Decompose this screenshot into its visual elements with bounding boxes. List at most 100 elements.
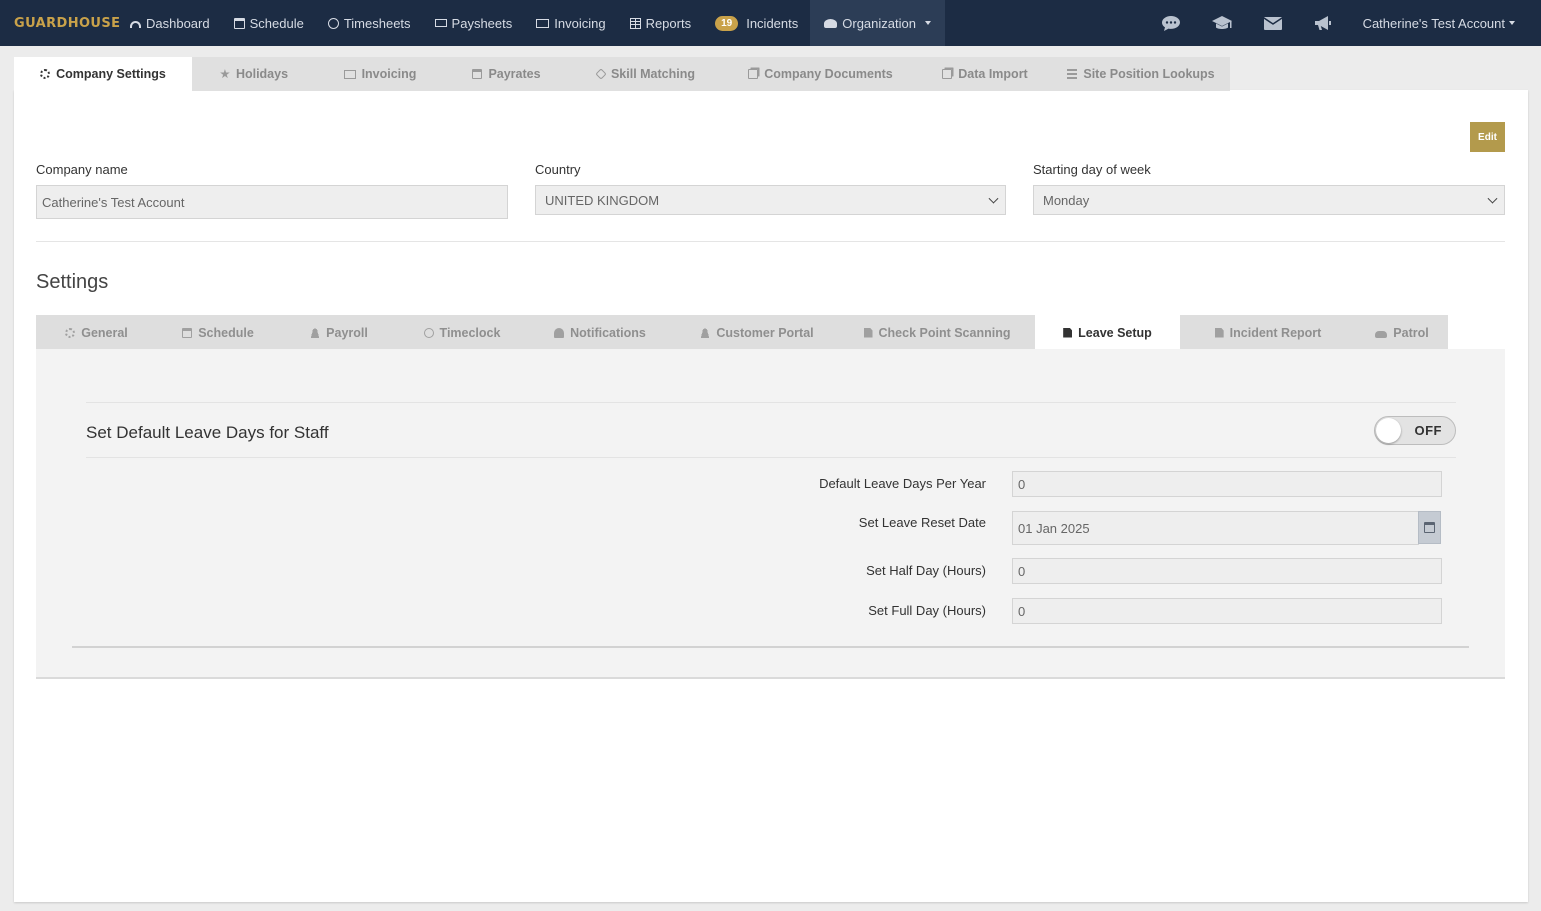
reset-date-input[interactable]: 01 Jan 2025 xyxy=(1012,511,1419,545)
card-icon xyxy=(536,18,550,28)
reset-date-label: Set Leave Reset Date xyxy=(858,515,986,530)
nav-dashboard[interactable]: Dashboard xyxy=(118,0,222,46)
nav-incidents[interactable]: 19 Incidents xyxy=(703,0,810,46)
file-icon xyxy=(863,327,873,338)
tab-data-import[interactable]: Data Import xyxy=(918,57,1052,91)
tab-label: Payrates xyxy=(488,67,541,81)
company-tabs: Company Settings Holidays Invoicing Payr… xyxy=(14,57,1230,91)
calendar-icon xyxy=(1424,522,1435,533)
half-day-input[interactable]: 0 xyxy=(1012,558,1442,584)
bullhorn-icon[interactable] xyxy=(1313,14,1333,32)
tab-payrates[interactable]: Payrates xyxy=(444,57,569,91)
calendar-icon xyxy=(233,17,245,29)
panel-divider xyxy=(72,646,1469,648)
tab-label: Company Settings xyxy=(56,67,166,81)
copy-icon xyxy=(942,69,953,79)
chevron-down-icon xyxy=(1487,193,1498,204)
tab-label: Company Documents xyxy=(764,67,893,81)
tab-label: Schedule xyxy=(198,325,254,340)
leave-section-title: Set Default Leave Days for Staff xyxy=(86,423,329,442)
tab-leave-setup[interactable]: Leave Setup xyxy=(1035,315,1180,350)
nav-invoicing-label: Invoicing xyxy=(554,15,606,31)
settings-heading: Settings xyxy=(36,271,109,293)
full-day-label: Set Full Day (Hours) xyxy=(868,603,986,618)
clock-icon xyxy=(423,327,434,338)
nav-paysheets-label: Paysheets xyxy=(451,15,513,31)
tab-notifications[interactable]: Notifications xyxy=(525,315,675,350)
tab-patrol[interactable]: Patrol xyxy=(1356,315,1448,350)
country-select[interactable]: UNITED KINGDOM xyxy=(535,185,1006,215)
full-day-value: 0 xyxy=(1018,603,1026,619)
toggle-state: OFF xyxy=(1414,423,1442,438)
leave-days-input[interactable]: 0 xyxy=(1012,471,1442,497)
half-day-label: Set Half Day (Hours) xyxy=(866,563,986,578)
company-name-label: Company name xyxy=(36,162,128,177)
nav-organization[interactable]: Organization xyxy=(810,0,945,46)
tab-holidays[interactable]: Holidays xyxy=(192,57,316,91)
envelope-icon[interactable] xyxy=(1263,14,1283,32)
graduation-cap-icon[interactable] xyxy=(1211,14,1233,32)
list-icon xyxy=(1067,69,1078,79)
tab-schedule[interactable]: Schedule xyxy=(157,315,279,350)
divider xyxy=(36,241,1505,242)
tab-site-position-lookups[interactable]: Site Position Lookups xyxy=(1052,57,1230,91)
leave-toggle[interactable]: OFF xyxy=(1374,416,1456,445)
tab-payroll[interactable]: Payroll xyxy=(279,315,399,350)
tab-incident-report[interactable]: Incident Report xyxy=(1180,315,1356,350)
file-icon xyxy=(1214,327,1224,338)
dashboard-icon xyxy=(130,21,141,28)
tab-label: Timeclock xyxy=(439,325,501,340)
tab-customer-portal[interactable]: Customer Portal xyxy=(675,315,839,350)
country-label: Country xyxy=(535,162,581,177)
tab-label: Invoicing xyxy=(361,67,417,81)
user-icon xyxy=(310,327,321,338)
file-icon xyxy=(1063,327,1073,338)
nav-schedule[interactable]: Schedule xyxy=(222,0,316,46)
nav-schedule-label: Schedule xyxy=(249,15,304,31)
tab-label: Customer Portal xyxy=(716,325,814,340)
tab-label: Incident Report xyxy=(1229,325,1322,340)
tab-timeclock[interactable]: Timeclock xyxy=(399,315,525,350)
nav-reports[interactable]: Reports xyxy=(618,0,704,46)
tab-skill-matching[interactable]: Skill Matching xyxy=(569,57,723,91)
full-day-input[interactable]: 0 xyxy=(1012,598,1442,624)
tab-label: Leave Setup xyxy=(1078,325,1152,340)
date-picker-button[interactable] xyxy=(1418,511,1441,544)
tab-general[interactable]: General xyxy=(36,315,157,350)
users-icon xyxy=(824,18,838,28)
start-day-value: Monday xyxy=(1043,192,1090,208)
account-menu[interactable]: Catherine's Test Account xyxy=(1348,16,1541,31)
tab-label: Check Point Scanning xyxy=(878,325,1011,340)
start-day-select[interactable]: Monday xyxy=(1033,185,1505,215)
nav-timesheets[interactable]: Timesheets xyxy=(316,0,423,46)
nav-reports-label: Reports xyxy=(645,15,692,31)
top-navbar: GUARDHOUSE Dashboard Schedule Timesheets… xyxy=(0,0,1541,46)
tab-invoicing[interactable]: Invoicing xyxy=(316,57,444,91)
tab-company-documents[interactable]: Company Documents xyxy=(723,57,918,91)
incidents-count-badge: 19 xyxy=(715,15,739,31)
nav-right-group: Catherine's Test Account xyxy=(1146,0,1541,46)
tab-label: Site Position Lookups xyxy=(1083,67,1215,81)
tab-check-point-scanning[interactable]: Check Point Scanning xyxy=(839,315,1035,350)
nav-invoicing[interactable]: Invoicing xyxy=(524,0,617,46)
toggle-knob xyxy=(1376,418,1401,443)
company-name-input[interactable]: Catherine's Test Account xyxy=(36,185,508,219)
calendar-icon xyxy=(182,327,193,338)
leave-days-value: 0 xyxy=(1018,476,1026,492)
settings-tabs: General Schedule Payroll Timeclock Notif… xyxy=(36,315,1505,350)
nav-paysheets[interactable]: Paysheets xyxy=(423,0,525,46)
reset-date-value: 01 Jan 2025 xyxy=(1018,520,1090,536)
user-icon xyxy=(700,327,711,338)
table-icon xyxy=(629,17,641,29)
brand-logo[interactable]: GUARDHOUSE xyxy=(0,16,120,31)
clock-icon xyxy=(327,17,339,29)
tab-label: Payroll xyxy=(326,325,368,340)
edit-button[interactable]: Edit xyxy=(1470,122,1505,152)
chat-icon[interactable] xyxy=(1161,14,1181,32)
company-name-value: Catherine's Test Account xyxy=(42,194,185,210)
money-icon xyxy=(434,19,447,27)
tab-label: General xyxy=(81,325,128,340)
nav-timesheets-label: Timesheets xyxy=(343,15,411,31)
calendar-icon xyxy=(472,69,483,79)
tab-company-settings[interactable]: Company Settings xyxy=(14,57,192,91)
